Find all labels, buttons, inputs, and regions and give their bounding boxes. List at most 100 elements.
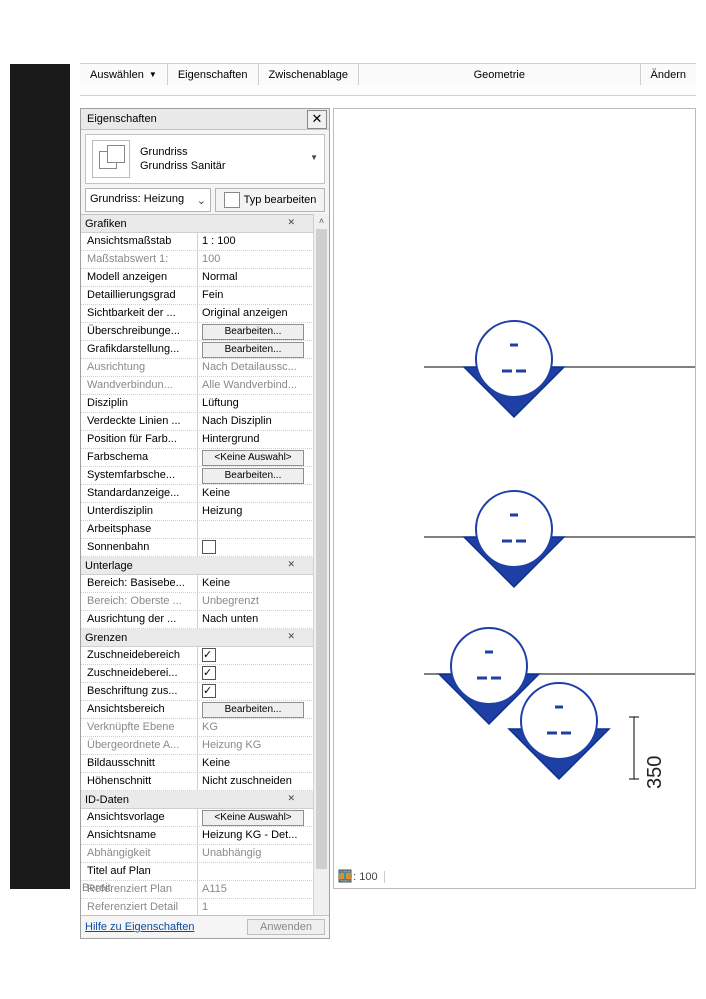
type-preview-text: Grundriss Grundriss Sanitär — [140, 145, 226, 173]
prop-label: Ausrichtung — [81, 359, 198, 376]
checkbox-icon[interactable] — [202, 684, 216, 698]
prop-label: Unterdisziplin — [81, 503, 198, 520]
close-icon[interactable]: ✕ — [307, 110, 327, 129]
prop-value[interactable]: Normal — [198, 269, 314, 286]
edit-button[interactable]: Bearbeiten... — [202, 468, 304, 484]
crop-visible-icon[interactable] — [495, 870, 509, 884]
prop-label: Abhängigkeit — [81, 845, 198, 862]
shadows-icon[interactable] — [455, 870, 469, 884]
apply-button[interactable]: Anwenden — [247, 919, 325, 935]
ribbon-aendern[interactable]: Ändern — [641, 64, 696, 86]
properties-list: Grafiken ✕ Ansichtsmaßstab1 : 100 Maßsta… — [81, 214, 314, 915]
scroll-thumb[interactable] — [316, 229, 327, 869]
prop-label: Referenziert Detail — [81, 899, 198, 915]
prop-value[interactable]: Fein — [198, 287, 314, 304]
prop-label: Modell anzeigen — [81, 269, 198, 286]
ribbon-geometrie[interactable]: Geometrie — [359, 64, 640, 86]
prop-value[interactable]: Hintergrund — [198, 431, 314, 448]
checkbox-cell[interactable] — [198, 647, 314, 664]
checkbox-icon[interactable] — [202, 666, 216, 680]
prop-value: A115 — [198, 881, 314, 898]
group-label: ID-Daten — [85, 794, 129, 806]
panel-title-text: Eigenschaften — [87, 113, 157, 125]
prop-value[interactable]: Nicht zuschneiden — [198, 773, 314, 790]
panel-titlebar[interactable]: Eigenschaften ✕ — [81, 109, 329, 130]
prop-value: Heizung KG — [198, 737, 314, 754]
edit-type-icon — [224, 192, 240, 208]
detail-level-icon[interactable] — [395, 870, 409, 884]
ribbon-label: Geometrie — [474, 69, 525, 81]
ribbon-eigenschaften[interactable]: Eigenschaften — [168, 64, 259, 86]
visual-style-icon[interactable] — [415, 870, 429, 884]
group-iddaten[interactable]: ID-Daten ✕ — [81, 791, 314, 809]
left-black-strip — [10, 64, 70, 889]
prop-value[interactable]: Lüftung — [198, 395, 314, 412]
prop-value[interactable]: Nach Disziplin — [198, 413, 314, 430]
prop-value[interactable] — [198, 863, 314, 880]
scroll-up-icon[interactable]: ˄ — [314, 214, 329, 229]
crop-region-icon[interactable] — [475, 870, 489, 884]
prop-value: Nach Detailaussc... — [198, 359, 314, 376]
ribbon-label: Zwischenablage — [269, 69, 349, 81]
type-preview[interactable]: Grundriss Grundriss Sanitär ▼ — [85, 134, 325, 184]
prop-label: Arbeitsphase — [81, 521, 198, 538]
edit-type-button[interactable]: Typ bearbeiten — [215, 188, 325, 212]
worksharing-icon[interactable] — [575, 870, 589, 884]
prop-label: Detaillierungsgrad — [81, 287, 198, 304]
prop-value[interactable]: Keine — [198, 485, 314, 502]
group-unterlage[interactable]: Unterlage ✕ — [81, 557, 314, 575]
status-ready: Bereit — [82, 882, 111, 894]
edit-button[interactable]: Bearbeiten... — [202, 324, 304, 340]
ribbon-zwischenablage[interactable]: Zwischenablage — [259, 64, 360, 86]
ribbon-auswaehlen[interactable]: Auswählen ▼ — [80, 64, 168, 86]
select-button[interactable]: <Keine Auswahl> — [202, 450, 304, 466]
view-control-bar: 1 : 100 — [338, 869, 691, 885]
collapse-icon: ✕ — [287, 217, 295, 228]
prop-label: Wandverbindun... — [81, 377, 198, 394]
floorplan-icon — [92, 140, 130, 178]
group-grenzen[interactable]: Grenzen ✕ — [81, 629, 314, 647]
checkbox-icon[interactable] — [202, 540, 216, 554]
prop-label: Farbschema — [81, 449, 198, 466]
group-grafiken[interactable]: Grafiken ✕ — [81, 215, 314, 233]
edit-button[interactable]: Bearbeiten... — [202, 342, 304, 358]
group-label: Grenzen — [85, 632, 127, 644]
sun-path-icon[interactable] — [435, 870, 449, 884]
prop-value: 100 — [198, 251, 314, 268]
prop-value[interactable]: Original anzeigen — [198, 305, 314, 322]
collapse-icon: ✕ — [287, 559, 295, 570]
lightbulb-icon[interactable] — [535, 870, 549, 884]
prop-value[interactable]: Nach unten — [198, 611, 314, 628]
prop-value[interactable]: Heizung KG - Det... — [198, 827, 314, 844]
prop-label: Überschreibunge... — [81, 323, 198, 340]
help-link[interactable]: Hilfe zu Eigenschaften — [85, 921, 194, 933]
checkbox-cell[interactable] — [198, 539, 314, 556]
checkbox-cell[interactable] — [198, 665, 314, 682]
ribbon-label: Eigenschaften — [178, 69, 248, 81]
instance-selector[interactable]: Grundriss: Heizung KG — [85, 188, 211, 212]
temporary-view-icon[interactable] — [595, 870, 609, 884]
select-button[interactable]: <Keine Auswahl> — [202, 810, 304, 826]
prop-value[interactable]: Heizung — [198, 503, 314, 520]
prop-label: Beschriftung zus... — [81, 683, 198, 700]
prop-value: Alle Wandverbind... — [198, 377, 314, 394]
prop-label: Ausrichtung der ... — [81, 611, 198, 628]
prop-label: Höhenschnitt — [81, 773, 198, 790]
ribbon-label: Ändern — [651, 69, 686, 81]
checkbox-icon[interactable] — [202, 648, 216, 662]
prop-value: Unabhängig — [198, 845, 314, 862]
collapse-icon: ✕ — [287, 631, 295, 642]
reveal-hidden-icon[interactable] — [555, 870, 569, 884]
prop-value[interactable]: 1 : 100 — [198, 233, 314, 250]
prop-value[interactable]: Keine — [198, 755, 314, 772]
edit-button[interactable]: Bearbeiten... — [202, 702, 304, 718]
hide-isolate-icon[interactable] — [515, 870, 529, 884]
prop-value[interactable] — [198, 521, 314, 538]
type-line2: Grundriss Sanitär — [140, 159, 226, 173]
prop-label: Bereich: Basisebe... — [81, 575, 198, 592]
prop-label: Systemfarbsche... — [81, 467, 198, 484]
checkbox-cell[interactable] — [198, 683, 314, 700]
properties-scrollbar[interactable]: ˄ — [313, 214, 329, 915]
prop-value[interactable]: Keine — [198, 575, 314, 592]
drawing-viewport[interactable]: 350 1 : 100 — [333, 108, 696, 889]
